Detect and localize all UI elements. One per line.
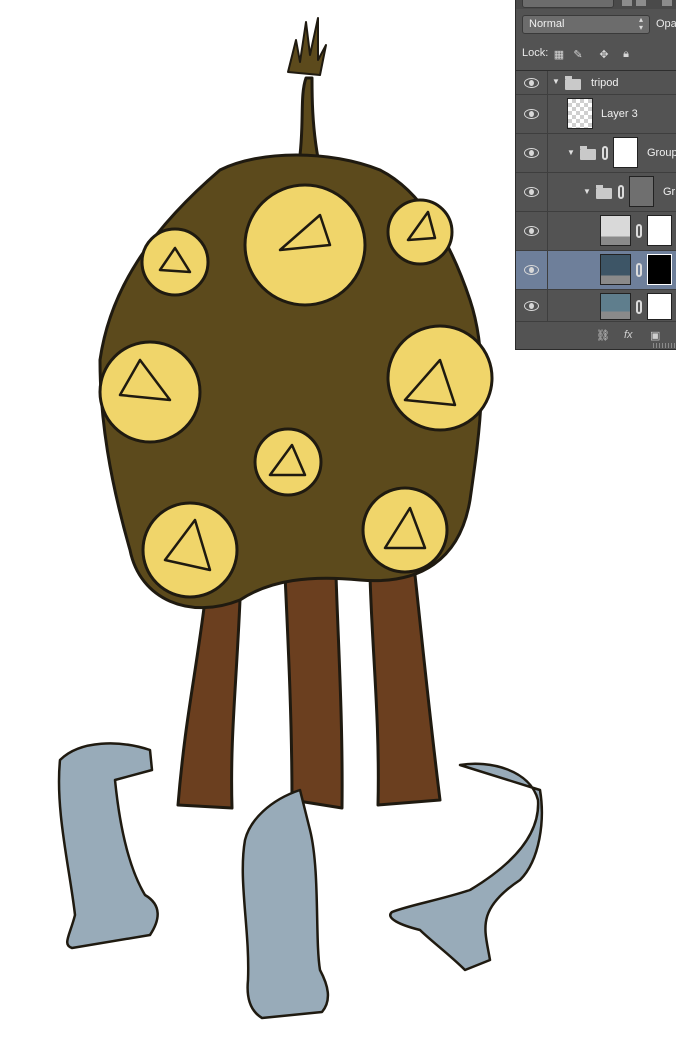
blend-mode-value: Normal	[529, 18, 565, 30]
eye-icon	[524, 148, 539, 158]
visibility-toggle[interactable]	[516, 95, 548, 133]
layer-row-group[interactable]: ▼ Group	[516, 133, 676, 172]
opacity-label: Opa	[656, 18, 676, 30]
layer-name: Group	[647, 147, 676, 159]
eye-icon	[524, 109, 539, 119]
lock-row: Lock: ▦ ✎ ✥ 🔒︎	[516, 43, 676, 65]
eye-icon	[524, 265, 539, 275]
layer-name: tripod	[591, 77, 619, 89]
layer-row-adjustment-3[interactable]	[516, 289, 676, 322]
resize-grip[interactable]	[653, 343, 675, 348]
visibility-toggle[interactable]	[516, 290, 548, 322]
chevron-updown-icon: ▴ ▾	[639, 15, 644, 32]
folder-icon	[580, 146, 596, 160]
link-icon[interactable]: ⛓︎	[596, 329, 610, 342]
blend-mode-select[interactable]: Normal ▴ ▾	[522, 15, 650, 34]
folder-icon	[596, 185, 612, 199]
adjustment-thumbnail	[600, 293, 631, 320]
filter-pixel-icon[interactable]	[622, 0, 632, 6]
fx-label: fx	[624, 329, 633, 341]
antenna	[287, 17, 327, 160]
lock-image-icon[interactable]: ✎	[572, 48, 584, 61]
layer-name: Gr	[663, 186, 676, 198]
chain-link-icon[interactable]	[636, 224, 642, 238]
chain-link-icon[interactable]	[636, 300, 642, 314]
mask-thumbnail	[629, 176, 654, 207]
filter-type-icon[interactable]	[662, 0, 672, 6]
chain-link-icon[interactable]	[636, 263, 642, 277]
mask-thumbnail	[647, 293, 672, 320]
layer-row-layer-3[interactable]: Layer 3	[516, 94, 676, 133]
eye-icon	[524, 187, 539, 197]
lock-all-icon[interactable]: 🔒︎	[620, 48, 632, 60]
layer-row-tripod[interactable]: ▼ tripod	[516, 70, 676, 95]
visibility-toggle[interactable]	[516, 134, 548, 172]
eye-icon	[524, 78, 539, 88]
filter-adjustment-icon[interactable]	[636, 0, 646, 6]
disclosure-triangle-icon[interactable]: ▼	[552, 77, 560, 86]
disclosure-triangle-icon[interactable]: ▼	[583, 187, 591, 196]
filter-kind-select[interactable]	[522, 0, 614, 8]
layer-thumbnail	[567, 98, 593, 129]
disclosure-triangle-icon[interactable]: ▼	[567, 148, 575, 157]
chain-link-icon[interactable]	[602, 146, 608, 160]
layers-bottom-bar: ⛓︎ fx ▣	[516, 321, 676, 349]
creature-illustration	[57, 17, 544, 1020]
lock-position-icon[interactable]: ✥	[598, 48, 610, 61]
layer-row-adjustment-2[interactable]	[516, 250, 676, 289]
lock-transparent-icon[interactable]: ▦	[553, 48, 565, 61]
mask-thumbnail	[647, 215, 672, 246]
lock-label: Lock:	[522, 47, 549, 59]
fx-icon[interactable]: fx	[624, 329, 633, 341]
visibility-toggle[interactable]	[516, 212, 548, 250]
mask-thumbnail	[613, 137, 638, 168]
eye-icon	[524, 226, 539, 236]
folder-icon	[565, 76, 581, 90]
chain-link-icon[interactable]	[618, 185, 624, 199]
layers-filter-bar	[516, 0, 676, 9]
mask-icon[interactable]: ▣	[650, 329, 660, 342]
mask-thumbnail	[647, 254, 672, 285]
visibility-toggle[interactable]	[516, 173, 548, 211]
visibility-toggle[interactable]	[516, 71, 548, 95]
adjustment-thumbnail	[600, 254, 631, 285]
layer-row-group-nested[interactable]: ▼ Gr	[516, 172, 676, 211]
layers-panel[interactable]: Normal ▴ ▾ Opa Lock: ▦ ✎ ✥ 🔒︎ ▼ tripod La…	[515, 0, 676, 350]
adjustment-thumbnail	[600, 215, 631, 246]
eye-icon	[524, 301, 539, 311]
legs	[176, 573, 442, 810]
layer-row-adjustment-1[interactable]	[516, 211, 676, 250]
visibility-toggle[interactable]	[516, 251, 548, 289]
layer-name: Layer 3	[601, 108, 638, 120]
